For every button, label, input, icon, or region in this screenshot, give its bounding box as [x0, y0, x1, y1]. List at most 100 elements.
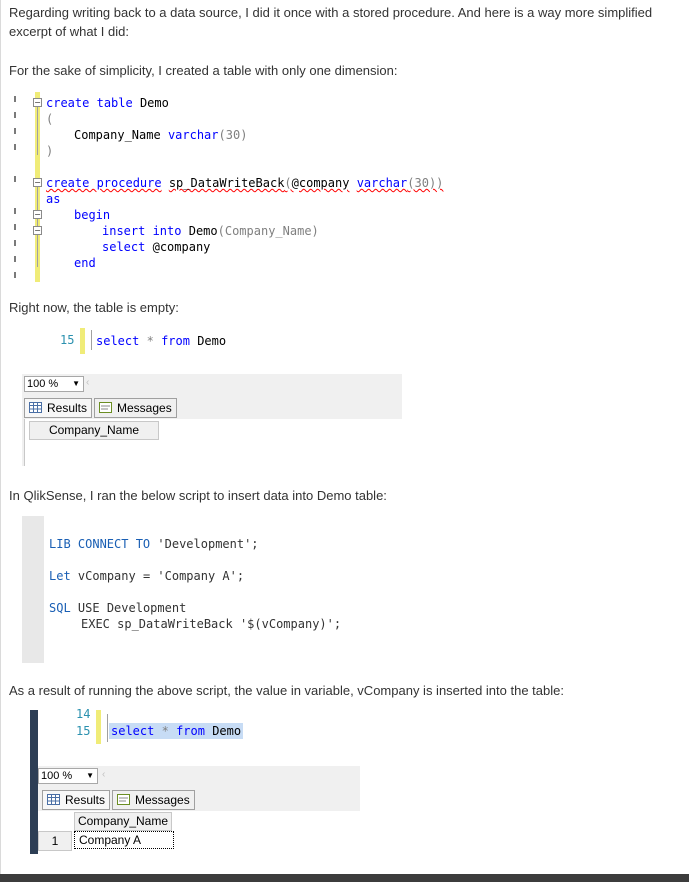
- code-line-create-table: create table Demo: [46, 95, 169, 111]
- column-header[interactable]: Company_Name: [74, 812, 172, 831]
- tab-messages[interactable]: Messages: [112, 790, 195, 810]
- zoom-value: 100 %: [41, 770, 73, 782]
- sql-code-screenshot: − − − − create table Demo ( Company_Name…: [10, 92, 480, 284]
- query-editor[interactable]: 14 15 select * from Demo: [38, 707, 360, 766]
- gutter-mark: [14, 144, 16, 150]
- grid-icon: [29, 402, 42, 413]
- keyword: from: [161, 334, 190, 348]
- column-list: (Company_Name): [217, 224, 319, 238]
- keyword: from: [176, 724, 205, 738]
- query-text-selected: select * from Demo: [109, 723, 244, 739]
- gutter-mark: [14, 240, 16, 246]
- gutter-mark: [14, 176, 16, 182]
- keyword: select: [111, 724, 155, 738]
- keyword: create: [46, 96, 90, 110]
- type-length: (30)): [407, 176, 444, 190]
- line-number: 15: [60, 333, 75, 347]
- page-bottom-bar: [0, 874, 689, 882]
- keyword: insert into: [102, 224, 182, 238]
- code-line-select: select @company: [102, 239, 210, 255]
- identifier: Company_Name: [74, 128, 161, 142]
- keyword: select: [102, 240, 146, 254]
- tab-messages[interactable]: Messages: [94, 398, 177, 418]
- keyword: select: [96, 334, 140, 348]
- query-editor[interactable]: 15 select * from Demo: [22, 318, 402, 374]
- fold-guide: [91, 330, 92, 350]
- post-left-border: [0, 0, 1, 882]
- tab-label: Messages: [117, 401, 172, 415]
- gutter-mark: [14, 112, 16, 118]
- identifier: Demo: [188, 224, 218, 238]
- chevron-down-icon: ▼: [72, 379, 80, 388]
- tab-results[interactable]: Results: [24, 398, 93, 418]
- intro-text-line2: excerpt of what I did:: [9, 24, 129, 39]
- results-grid: Company_Name: [24, 419, 403, 466]
- identifier: Demo: [212, 724, 242, 738]
- gutter-mark: [14, 256, 16, 262]
- zoom-dropdown[interactable]: 100 % ▼: [38, 768, 98, 784]
- line-number: 15: [76, 724, 91, 738]
- collapse-icon[interactable]: −: [33, 210, 42, 219]
- keyword: varchar: [356, 176, 408, 190]
- result-text: As a result of running the above script,…: [9, 683, 564, 698]
- statement: USE Development: [77, 601, 187, 615]
- keyword: table: [96, 96, 133, 110]
- query-text: select * from Demo: [96, 333, 226, 349]
- code-line-create-procedure: create procedure sp_DataWriteBack(@compa…: [46, 175, 443, 191]
- scroll-left-icon[interactable]: ‹: [86, 377, 89, 388]
- intro-text-line1: Regarding writing back to a data source,…: [9, 5, 653, 20]
- empty-table-text: Right now, the table is empty:: [9, 300, 179, 315]
- assignment: vCompany = 'Company A';: [77, 569, 245, 583]
- keyword: varchar: [167, 128, 219, 142]
- scroll-left-icon[interactable]: ‹: [102, 769, 105, 780]
- keyword: LIB CONNECT TO: [49, 537, 151, 551]
- code-end-keyword: end: [74, 256, 96, 270]
- script-line-lib: LIB CONNECT TO 'Development';: [49, 537, 259, 551]
- gutter-mark: [14, 224, 16, 230]
- identifier: Demo: [139, 96, 169, 110]
- gutter-mark: [14, 128, 16, 134]
- qliksense-text: In QlikSense, I ran the below script to …: [9, 488, 387, 503]
- result-cell[interactable]: Company A: [74, 831, 174, 849]
- tab-label: Messages: [135, 793, 190, 807]
- gutter-mark: [14, 208, 16, 214]
- change-tracking-bar: [80, 328, 85, 354]
- gutter-mark: [14, 272, 16, 278]
- zoom-value: 100 %: [27, 378, 59, 390]
- grid-icon: [47, 794, 60, 805]
- code-close-paren: ): [46, 144, 54, 158]
- keyword: create procedure: [46, 176, 162, 190]
- type-length: (30): [218, 128, 248, 142]
- tab-results[interactable]: Results: [42, 790, 111, 810]
- column-header[interactable]: Company_Name: [29, 421, 159, 440]
- code-line-column: Company_Name varchar(30): [74, 127, 247, 143]
- messages-icon: [99, 402, 112, 413]
- collapse-icon[interactable]: −: [33, 98, 42, 107]
- script-line-sql: SQL USE Development: [49, 601, 186, 615]
- identifier: Demo: [197, 334, 227, 348]
- script-line-let: Let vCompany = 'Company A';: [49, 569, 244, 583]
- argument: 'Development';: [157, 537, 259, 551]
- tab-label: Results: [65, 793, 106, 807]
- punctuation: (: [284, 176, 292, 190]
- row-number[interactable]: 1: [38, 831, 72, 851]
- code-line-insert: insert into Demo(Company_Name): [102, 223, 319, 239]
- code-begin-keyword: begin: [74, 208, 111, 222]
- code-open-paren: (: [46, 112, 54, 126]
- simplicity-text: For the sake of simplicity, I created a …: [9, 63, 398, 78]
- identifier: @company: [291, 176, 350, 190]
- script-line-exec: EXEC sp_DataWriteBack '$(vCompany)';: [81, 617, 342, 631]
- zoom-dropdown[interactable]: 100 % ▼: [24, 376, 84, 392]
- collapse-icon[interactable]: −: [33, 178, 42, 187]
- ssms-query-window-2: 14 15 select * from Demo 100 % ▼ ‹ Result…: [38, 707, 360, 854]
- fold-guide: [107, 714, 108, 742]
- qlik-script-block: LIB CONNECT TO 'Development'; Let vCompa…: [22, 516, 521, 663]
- collapse-icon[interactable]: −: [33, 226, 42, 235]
- code-as-keyword: as: [46, 192, 61, 206]
- tab-label: Results: [47, 401, 88, 415]
- window-edge: [30, 710, 38, 854]
- gutter-mark: [14, 96, 16, 102]
- line-number: 14: [76, 707, 91, 721]
- identifier: @company: [152, 240, 211, 254]
- keyword: SQL: [49, 601, 71, 615]
